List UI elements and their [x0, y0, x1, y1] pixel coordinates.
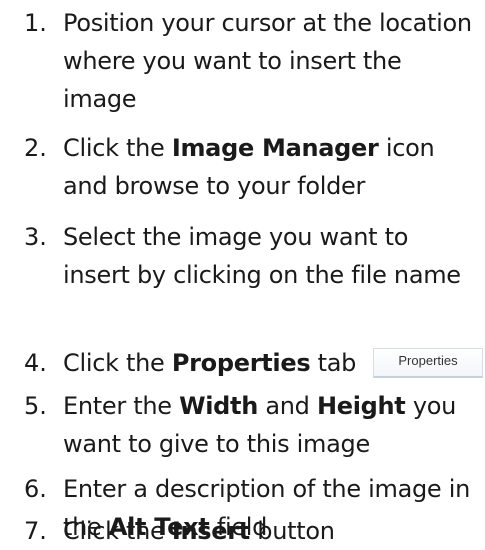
step-text-part: Enter the [63, 392, 180, 420]
step-text: Enter the Width and Height you want to g… [63, 387, 478, 463]
step-2: 2. Click the Image Manager icon and brow… [0, 129, 485, 205]
step-number: 6. [24, 475, 47, 503]
step-4: 4. Click the Properties tab Properties [0, 344, 485, 382]
step-text-part: and [258, 392, 317, 420]
instructions-page: { "steps": [ { "number": "1.", "text": "… [0, 0, 485, 549]
step-text-part: Click the [63, 517, 172, 545]
properties-tab-button[interactable]: Properties [373, 348, 483, 378]
step-text-part: Click the [63, 134, 172, 162]
step-text-part: tab [310, 349, 357, 377]
step-text: Click the Insert button [63, 512, 478, 550]
step-number: 5. [24, 392, 47, 420]
step-text-part: Click the [63, 349, 172, 377]
step-5: 5. Enter the Width and Height you want t… [0, 387, 485, 463]
step-text-part: button [249, 517, 335, 545]
step-number: 2. [24, 134, 47, 162]
step-bold-term: Properties [171, 349, 311, 377]
step-3: 3. Select the image you want to insert b… [0, 218, 485, 294]
step-bold-term: Width [179, 392, 259, 420]
step-number: 7. [24, 517, 47, 545]
step-number: 3. [24, 223, 47, 251]
step-1: 1. Position your cursor at the location … [0, 4, 485, 118]
step-number: 1. [24, 9, 47, 37]
step-text: Position your cursor at the location whe… [63, 9, 472, 113]
step-bold-term: Image Manager [171, 134, 379, 162]
step-bold-term: Insert [171, 517, 250, 545]
step-number: 4. [24, 349, 47, 377]
step-7: 7. Click the Insert button [0, 512, 485, 550]
step-bold-term: Height [316, 392, 406, 420]
step-text: Select the image you want to insert by c… [63, 223, 461, 289]
step-text: Click the Image Manager icon and browse … [63, 129, 478, 205]
